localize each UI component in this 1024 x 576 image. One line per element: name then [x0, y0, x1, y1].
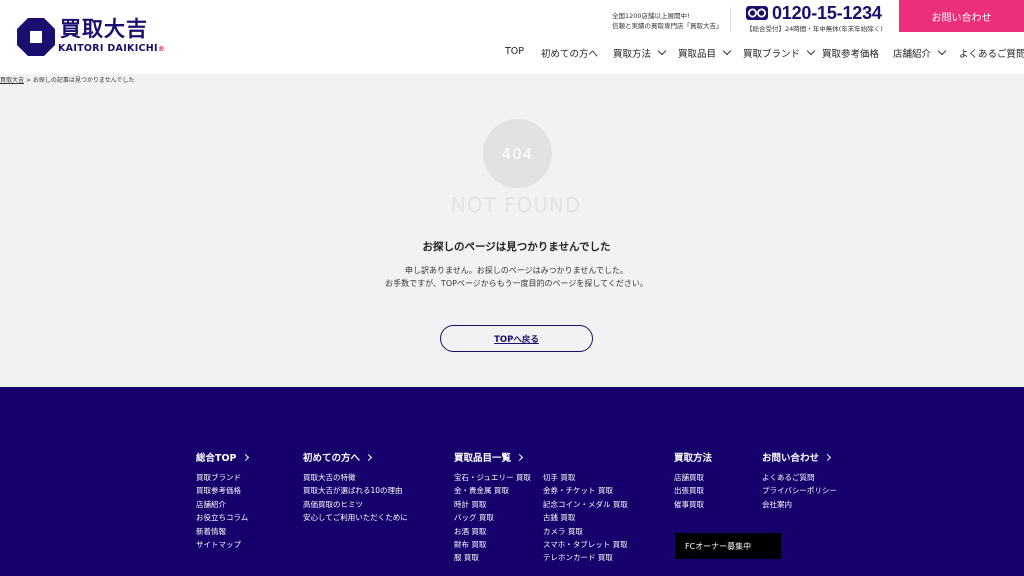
footer-link[interactable]: 古銭 買取	[543, 511, 628, 524]
footer-link[interactable]: よくあるご質問	[762, 471, 837, 484]
footer-link[interactable]: スマホ・タブレット 買取	[543, 538, 628, 551]
chevron-down-icon	[657, 46, 667, 56]
footer-link[interactable]: バッグ 買取	[454, 511, 531, 524]
footer-head-method[interactable]: 買取方法	[674, 450, 712, 464]
footer-head-label: 買取品目一覧	[454, 453, 512, 464]
phone-link[interactable]: 0120-15-1234	[746, 3, 882, 23]
site-footer: 総合TOP 買取ブランド 買取参考価格 店舗紹介 お役立ちコラム 新着情報 サイ…	[0, 387, 1024, 576]
footer-head-label: 総合TOP	[196, 453, 237, 464]
footer-link[interactable]: 買取大吉が選ばれる10の理由	[303, 484, 408, 497]
footer-list-items-2: 切手 買取 金券・チケット 買取 記念コイン・メダル 買取 古銭 買取 カメラ …	[543, 471, 628, 565]
footer-link[interactable]: 服 買取	[454, 551, 531, 564]
nav-item-label: TOP	[505, 46, 525, 57]
error-message-line-2: お手数ですが、TOPページからもう一度目的のページを探してください。	[385, 279, 648, 288]
footer-head-items[interactable]: 買取品目一覧	[454, 450, 524, 464]
nav-item-label: 買取方法	[613, 49, 652, 60]
footer-link[interactable]: 店舗買取	[674, 471, 704, 484]
phone-note: 【総合受付】24時間・年中無休(年末年始除く)	[746, 25, 883, 33]
footer-link[interactable]: 記念コイン・メダル 買取	[543, 498, 628, 511]
chevron-down-icon	[722, 46, 732, 56]
logo-text: 買取大吉	[60, 16, 148, 41]
footer-link[interactable]: 会社案内	[762, 498, 837, 511]
fc-owner-button[interactable]: FCオーナー募集中	[675, 533, 781, 559]
error-title: お探しのページは見つかりませんでした	[422, 241, 611, 253]
nav-item-purchase-method[interactable]: 買取方法	[613, 46, 667, 60]
footer-link[interactable]: お酒 買取	[454, 525, 531, 538]
footer-link[interactable]: 新着情報	[196, 525, 248, 538]
footer-head-top[interactable]: 総合TOP	[196, 450, 249, 464]
chevron-right-icon	[823, 453, 832, 461]
site-header: 買取大吉 KAITORI DAIKICHI® 全国1200店舗以上展開中! 信頼…	[0, 0, 1024, 74]
chevron-right-icon	[241, 453, 249, 461]
tagline-line-1: 全国1200店舗以上展開中!	[612, 12, 690, 20]
header-divider	[730, 8, 731, 32]
footer-link[interactable]: お役立ちコラム	[196, 511, 248, 524]
error-message: 申し訳ありません。お探しのページはみつかりませんでした。 お手数ですが、TOPペ…	[0, 264, 1024, 290]
footer-head-label: お問い合わせ	[762, 453, 820, 464]
footer-link[interactable]: 買取ブランド	[196, 471, 248, 484]
nav-item-top[interactable]: TOP	[505, 46, 524, 57]
error-code-circle: 404	[483, 119, 552, 188]
nav-item-reference-price[interactable]: 買取参考価格	[822, 46, 879, 60]
free-dial-icon	[746, 6, 768, 20]
footer-link[interactable]: 時計 買取	[454, 498, 531, 511]
nav-item-label: 買取参考価格	[822, 49, 880, 60]
footer-head-label: 初めての方へ	[303, 453, 361, 464]
nav-item-purchase-items[interactable]: 買取品目	[678, 46, 732, 60]
nav-item-label: 店舗紹介	[893, 49, 932, 60]
nav-item-stores[interactable]: 店舗紹介	[893, 46, 947, 60]
error-message-line-1: 申し訳ありません。お探しのページはみつかりませんでした。	[405, 266, 628, 275]
nav-item-brands[interactable]: 買取ブランド	[743, 46, 816, 60]
breadcrumb-separator: >	[25, 77, 31, 84]
chevron-right-icon	[364, 453, 373, 461]
contact-button[interactable]: お問い合わせ	[899, 0, 1024, 32]
footer-list-first-time: 買取大吉の特徴 買取大吉が選ばれる10の理由 高価買取のヒミツ 安心してご利用い…	[303, 471, 408, 525]
footer-link[interactable]: 出張買取	[674, 484, 704, 497]
nav-item-faq[interactable]: よくあるご質問	[959, 46, 1024, 60]
footer-link[interactable]: カメラ 買取	[543, 525, 628, 538]
footer-link[interactable]: 金券・チケット 買取	[543, 484, 628, 497]
nav-item-first-time[interactable]: 初めての方へ	[541, 46, 598, 60]
nav-item-label: 初めての方へ	[541, 49, 599, 60]
footer-link[interactable]: 財布 買取	[454, 538, 531, 551]
phone-number: 0120-15-1234	[772, 2, 882, 23]
header-tagline: 全国1200店舗以上展開中! 信頼と実績の買取専門店「買取大吉」	[612, 11, 723, 31]
chevron-down-icon	[806, 46, 816, 56]
tagline-line-2: 信頼と実績の買取専門店「買取大吉」	[612, 22, 723, 30]
footer-list-top: 買取ブランド 買取参考価格 店舗紹介 お役立ちコラム 新着情報 サイトマップ	[196, 471, 248, 551]
footer-link[interactable]: サイトマップ	[196, 538, 248, 551]
breadcrumb: 買取大吉 > お探しの記事は見つかりませんでした	[0, 75, 134, 84]
footer-head-contact[interactable]: お問い合わせ	[762, 450, 832, 464]
footer-link[interactable]: プライバシーポリシー	[762, 484, 837, 497]
footer-head-label: 買取方法	[674, 453, 713, 464]
footer-link[interactable]: 宝石・ジュエリー 買取	[454, 471, 531, 484]
chevron-right-icon	[515, 453, 524, 461]
back-to-top-button[interactable]: TOPへ戻る	[440, 325, 593, 352]
nav-item-label: よくあるご質問	[959, 49, 1024, 60]
footer-link[interactable]: 買取参考価格	[196, 484, 248, 497]
nav-item-label: 買取品目	[678, 49, 717, 60]
footer-link[interactable]: 催事買取	[674, 498, 704, 511]
error-code: 404	[501, 144, 534, 163]
footer-head-first-time[interactable]: 初めての方へ	[303, 450, 373, 464]
footer-list-items: 宝石・ジュエリー 買取 金・貴金属 買取 時計 買取 バッグ 買取 お酒 買取 …	[454, 471, 531, 565]
footer-link[interactable]: 店舗紹介	[196, 498, 248, 511]
main-nav: TOP 初めての方へ 買取方法 買取品目 買取ブランド 買取参考価格 店舗紹介 …	[0, 46, 1024, 62]
footer-link[interactable]: 安心してご利用いただくために	[303, 511, 408, 524]
chevron-down-icon	[937, 46, 947, 56]
breadcrumb-current: お探しの記事は見つかりませんでした	[32, 77, 135, 84]
footer-list-method: 店舗買取 出張買取 催事買取	[674, 471, 704, 511]
footer-list-contact: よくあるご質問 プライバシーポリシー 会社案内	[762, 471, 837, 511]
footer-link[interactable]: 高価買取のヒミツ	[303, 498, 408, 511]
footer-link[interactable]: 金・貴金属 買取	[454, 484, 531, 497]
footer-link[interactable]: 切手 買取	[543, 471, 628, 484]
footer-link[interactable]: テレホンカード 買取	[543, 551, 628, 564]
nav-item-label: 買取ブランド	[743, 49, 801, 60]
breadcrumb-home-link[interactable]: 買取大吉	[0, 77, 24, 84]
not-found-heading: NOT FOUND	[450, 193, 582, 217]
footer-link[interactable]: 買取大吉の特徴	[303, 471, 408, 484]
